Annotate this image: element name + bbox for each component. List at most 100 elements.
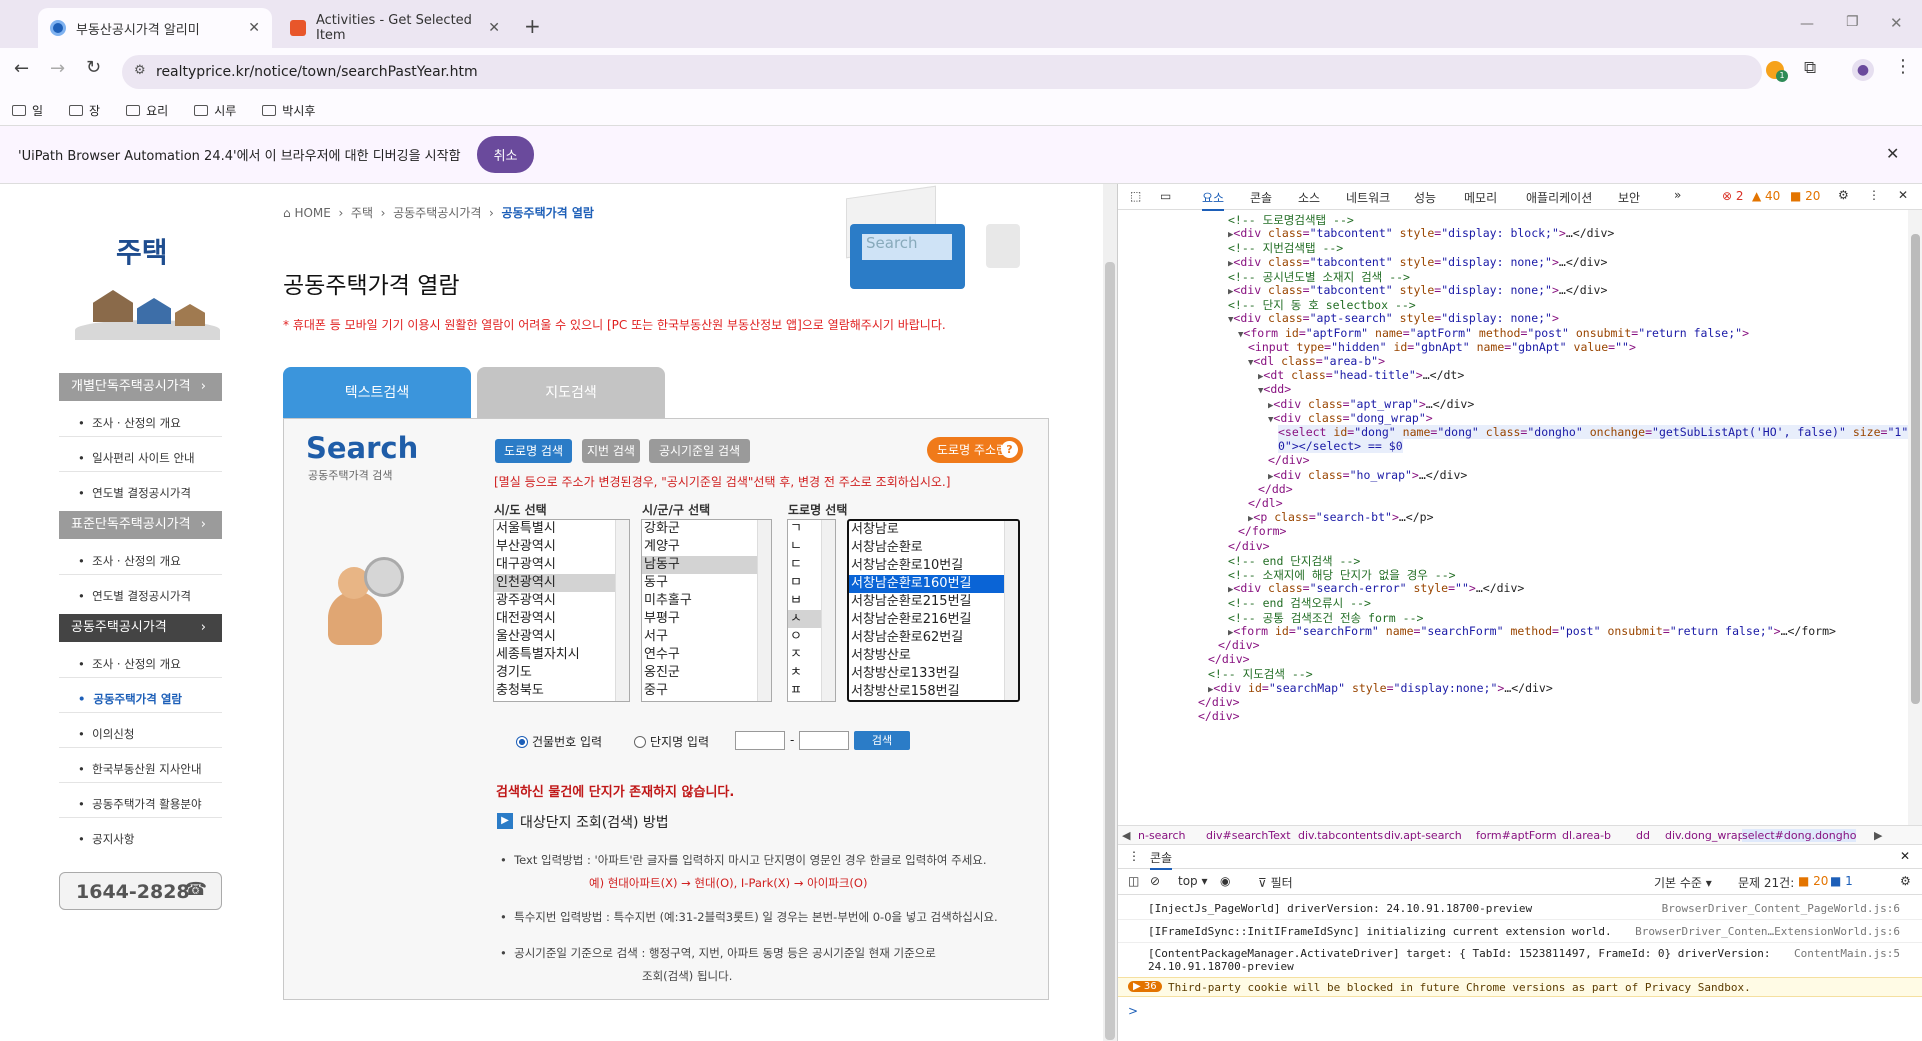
- list-item[interactable]: 강화군: [642, 520, 771, 538]
- list-item[interactable]: 부산광역시: [494, 538, 629, 556]
- dom-node-line[interactable]: ▼<form id="aptForm" name="aptForm" metho…: [1238, 326, 1749, 340]
- dom-node-line[interactable]: ▶<div class="ho_wrap">…</div>: [1268, 468, 1467, 482]
- sidebar-link[interactable]: • 한국부동산원 지사안내: [78, 761, 202, 777]
- devtools-tab-sources[interactable]: 소스: [1298, 189, 1320, 206]
- window-close-icon[interactable]: ✕: [1890, 14, 1903, 32]
- devtools-menu-icon[interactable]: ⋮: [1868, 188, 1880, 202]
- scroll-left-icon[interactable]: ◀: [1122, 829, 1130, 842]
- clear-console-icon[interactable]: ⊘: [1150, 874, 1160, 888]
- listbox-scrollbar[interactable]: [757, 520, 771, 701]
- warning-count[interactable]: ▲ 40: [1752, 189, 1780, 203]
- sidebar-group-standard[interactable]: 표준단독주택공시가격 ›: [59, 511, 222, 539]
- list-item[interactable]: 중구: [642, 682, 771, 700]
- list-item[interactable]: 부평구: [642, 610, 771, 628]
- console-prompt[interactable]: >: [1128, 1004, 1138, 1018]
- bookmark-folder[interactable]: 일: [12, 102, 43, 119]
- list-item[interactable]: 계양구: [642, 538, 771, 556]
- sidebar-link[interactable]: • 조사 · 산정의 개요: [78, 415, 181, 431]
- dom-node-line[interactable]: ▶<dt class="head-title">…</dt>: [1258, 368, 1464, 382]
- list-item[interactable]: 서창남순환로215번길: [849, 593, 1018, 611]
- site-info-icon[interactable]: ⚙: [134, 63, 146, 78]
- dom-node-line[interactable]: </dd>: [1258, 482, 1293, 496]
- device-toggle-icon[interactable]: ▭: [1160, 189, 1171, 203]
- bookmark-folder[interactable]: 장: [69, 102, 100, 119]
- bookmark-folder[interactable]: 시루: [194, 102, 236, 119]
- sidebar-link[interactable]: • 일사편리 사이트 안내: [78, 450, 195, 466]
- list-item[interactable]: 서창남순환로216번길: [849, 611, 1018, 629]
- sidebar-link[interactable]: • 조사 · 산정의 개요: [78, 553, 181, 569]
- new-tab-button[interactable]: +: [524, 14, 541, 38]
- close-icon[interactable]: ✕: [248, 20, 260, 36]
- sigungu-listbox[interactable]: 강화군 계양구 남동구 동구 미추홀구 부평구 서구 연수구 옹진군 중구: [641, 519, 772, 702]
- filter-input[interactable]: ⊽ 필터: [1258, 874, 1293, 891]
- list-item[interactable]: 서창남순환로: [849, 539, 1018, 557]
- list-item[interactable]: 서창남순환로62번길: [849, 629, 1018, 647]
- devtools-tab-performance[interactable]: 성능: [1414, 189, 1436, 206]
- profile-icon[interactable]: ●: [1852, 59, 1874, 81]
- dom-crumb[interactable]: div.dong_wrap: [1665, 829, 1745, 842]
- list-item[interactable]: 서구: [642, 628, 771, 646]
- dom-node-line[interactable]: ▶<div class="apt_wrap">…</div>: [1268, 397, 1474, 411]
- back-icon[interactable]: ←: [14, 58, 29, 79]
- list-item[interactable]: 서창방산로: [849, 647, 1018, 665]
- dom-node-line[interactable]: </div>: [1228, 539, 1270, 553]
- sidebar-group-individual[interactable]: 개별단독주택공시가격 ›: [59, 373, 222, 401]
- devtools-tab-application[interactable]: 애플리케이션: [1526, 189, 1592, 206]
- sidebar-link[interactable]: • 이의신청: [78, 726, 134, 742]
- devtools-close-icon[interactable]: ✕: [1898, 188, 1908, 202]
- list-item[interactable]: 연수구: [642, 646, 771, 664]
- initial-listbox[interactable]: ㄱ ㄴ ㄷ ㅁ ㅂ ㅅ ㅇ ㅈ ㅊ ㅍ: [787, 519, 836, 702]
- drawer-close-icon[interactable]: ✕: [1900, 849, 1910, 863]
- dom-tree-scrollbar[interactable]: [1908, 210, 1922, 825]
- devtools-tab-elements[interactable]: 요소: [1202, 189, 1225, 211]
- sidebar-toggle-icon[interactable]: ◫: [1128, 874, 1139, 888]
- dom-node-line[interactable]: ▼<div class="dong_wrap">: [1268, 411, 1433, 425]
- list-item-selected[interactable]: 인천광역시: [494, 574, 629, 592]
- issues-label[interactable]: 문제 21건:: [1738, 874, 1794, 891]
- sido-listbox[interactable]: 서울특별시 부산광역시 대구광역시 인천광역시 광주광역시 대전광역시 울산광역…: [493, 519, 630, 702]
- list-item[interactable]: 미추홀구: [642, 592, 771, 610]
- inspect-icon[interactable]: ⬚: [1130, 189, 1141, 203]
- close-infobar-icon[interactable]: ✕: [1886, 144, 1899, 163]
- console-source-link[interactable]: BrowserDriver_Content_PageWorld.js:6: [1662, 902, 1900, 915]
- list-item[interactable]: 서창방산로133번길: [849, 665, 1018, 683]
- dom-node-line[interactable]: ▼<dd>: [1258, 382, 1291, 396]
- dom-node-line[interactable]: ▶<div class="tabcontent" style="display:…: [1228, 226, 1614, 240]
- list-item[interactable]: 대전광역시: [494, 610, 629, 628]
- drawer-menu-icon[interactable]: ⋮: [1128, 849, 1140, 863]
- dom-node-line[interactable]: </form>: [1238, 524, 1286, 538]
- settings-icon[interactable]: ⚙: [1838, 188, 1849, 202]
- restore-icon[interactable]: ❐: [1846, 14, 1859, 30]
- dom-crumb[interactable]: dl.area-b: [1562, 829, 1611, 842]
- dom-node-line[interactable]: </div>: [1208, 652, 1250, 666]
- devtools-tab-memory[interactable]: 메모리: [1464, 189, 1497, 206]
- listbox-scrollbar[interactable]: [615, 520, 629, 701]
- context-selector[interactable]: top ▾: [1178, 874, 1208, 888]
- dom-crumb[interactable]: form#aptForm: [1476, 829, 1557, 842]
- bookmark-folder[interactable]: 요리: [126, 102, 168, 119]
- listbox-scrollbar[interactable]: [1004, 521, 1018, 700]
- sidebar-link[interactable]: • 공동주택가격 활용분야: [78, 796, 202, 812]
- list-item-selected[interactable]: 남동구: [642, 556, 771, 574]
- sidebar-link[interactable]: • 연도별 결정공시가격: [78, 485, 191, 501]
- dom-crumb[interactable]: div#searchText: [1206, 829, 1291, 842]
- puzzle-icon[interactable]: ⧉: [1804, 58, 1816, 78]
- console-source-link[interactable]: ContentMain.js:5: [1794, 947, 1900, 960]
- dom-node-line[interactable]: ▶<p class="search-bt">…</p>: [1248, 510, 1434, 524]
- building-number-main-input[interactable]: [735, 731, 785, 750]
- list-item[interactable]: 광주광역시: [494, 592, 629, 610]
- issues-info-count[interactable]: ■ 1: [1830, 874, 1853, 888]
- minimize-icon[interactable]: —: [1800, 16, 1814, 32]
- list-item-selected[interactable]: 서창남순환로160번길: [849, 575, 1018, 593]
- more-tabs-icon[interactable]: »: [1674, 188, 1681, 202]
- road-search-button[interactable]: 도로명 검색: [495, 439, 572, 463]
- road-address-help-button[interactable]: 도로명 주소란 ?: [927, 437, 1023, 463]
- list-item[interactable]: 서창남로: [849, 521, 1018, 539]
- dom-node-line[interactable]: ▶<div class="tabcontent" style="display:…: [1228, 283, 1607, 297]
- dom-crumb[interactable]: div.tabcontents: [1298, 829, 1383, 842]
- radio-complex-name[interactable]: 단지명 입력: [634, 733, 709, 750]
- list-item[interactable]: 서창남순환로10번길: [849, 557, 1018, 575]
- log-level-selector[interactable]: 기본 수준 ▾: [1654, 874, 1712, 891]
- sidebar-link[interactable]: • 조사 · 산정의 개요: [78, 656, 181, 672]
- console-settings-icon[interactable]: ⚙: [1900, 874, 1911, 888]
